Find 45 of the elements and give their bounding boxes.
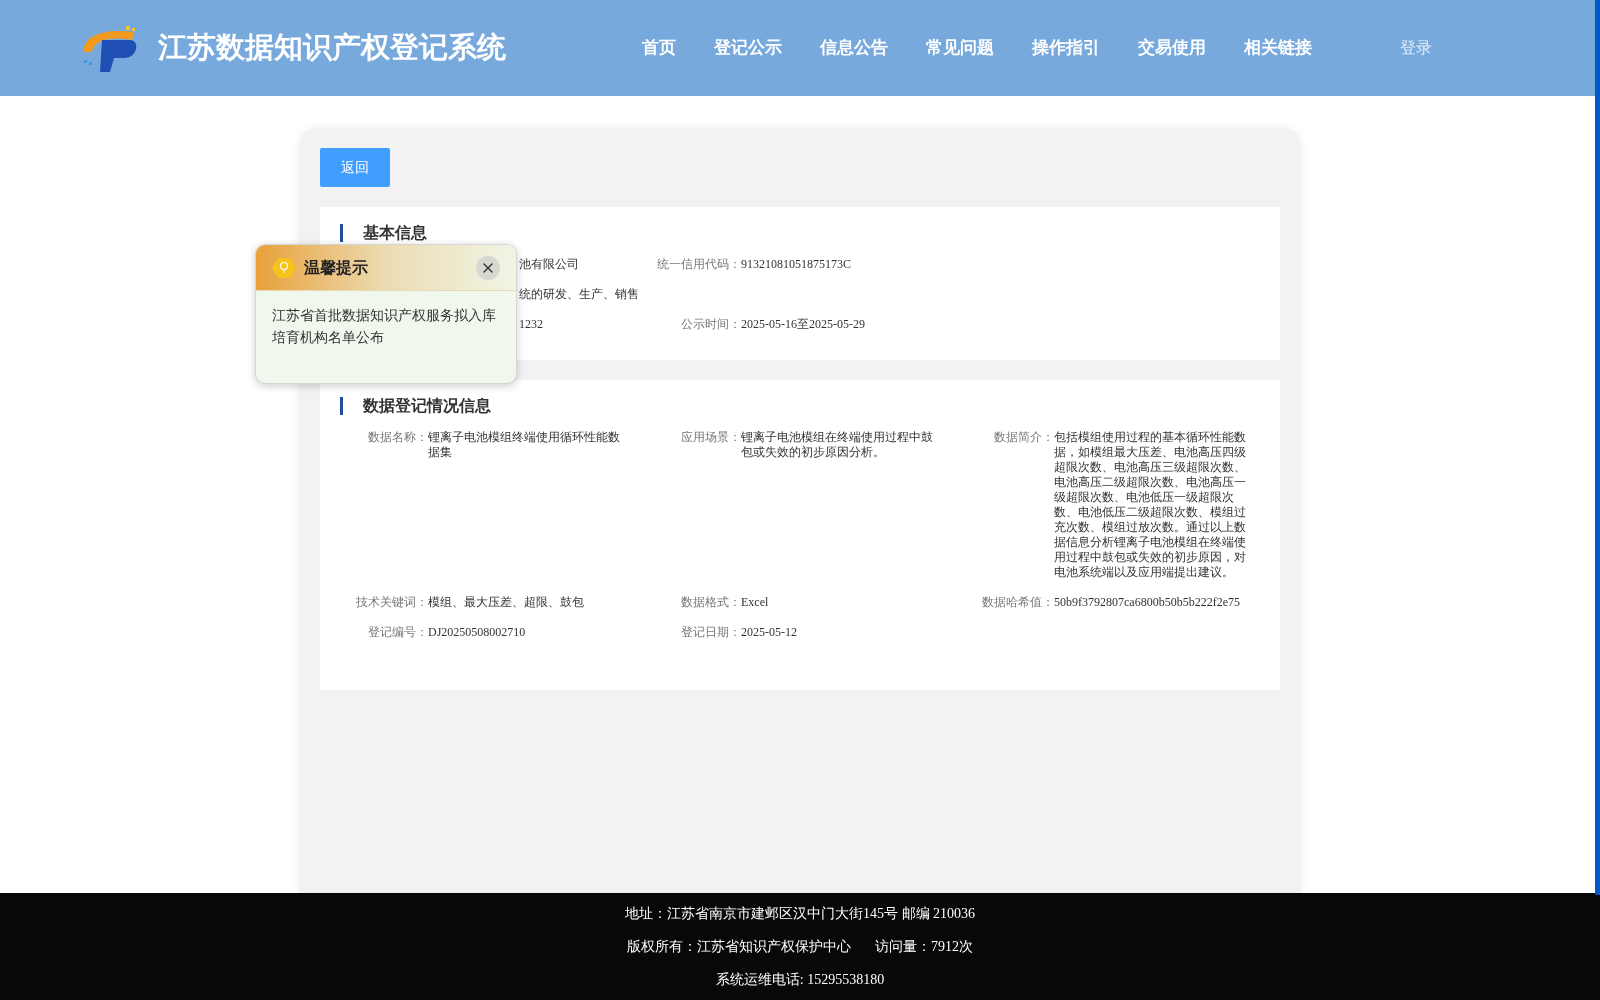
section-marker [340,397,343,415]
field-value: Excel [741,595,770,610]
field-value: 池有限公司 [519,257,580,272]
visit-count: 访问量：7912次 [875,938,973,956]
field-label: 统一信用代码： [657,257,741,272]
field-value: 91321081051875173C [741,257,852,272]
field-value: 50b9f3792807ca6800b50b5b222f2e75 [1054,595,1241,610]
nav-link[interactable]: 常见问题 [926,35,994,61]
site-title: 江苏数据知识产权登记系统 [158,30,506,66]
field-label: 数据简介： [993,430,1054,446]
footer-copyright: 版权所有：江苏省知识产权保护中心 [627,938,851,956]
login-link[interactable]: 登录 [1400,36,1432,60]
nav-link[interactable]: 操作指引 [1032,35,1100,61]
field-label: 应用场景： [680,430,741,446]
field-value: 2025-05-16至2025-05-29 [741,317,866,332]
popup-message: 江苏省首批数据知识产权服务拟入库培育机构名单公布 [271,307,497,347]
field-label: 登记日期： [680,625,741,640]
field-value: 统的研发、生产、销售 [519,287,640,302]
field-value: 2025-05-12 [741,625,798,640]
field-label: 数据格式： [680,595,741,610]
section-title: 基本信息 [363,223,427,243]
footer-address: 地址：江苏省南京市建邺区汉中门大街145号 邮编 210036 [625,905,975,923]
field-label: 公示时间： [680,317,741,332]
field-label: 数据名称： [367,430,428,446]
close-button[interactable] [476,255,500,280]
nav-link[interactable]: 首页 [642,35,676,61]
field-label: 技术关键词： [355,595,428,610]
field-value: DJ20250508002710 [428,625,527,640]
field-value: 包括模组使用过程的基本循环性能数据，如模组最大压差、电池高压四级超限次数、电池高压三级超限次数、电池高压二级超限次数、电池高压一级超限次数、电池低压一级超限次数、电池低压二级超限次数、模组过充次数、模组过放次数。通过以上数据信息分析锂离子电池模组在终端使用过程中鼓包或失效的初步原因，对电池系统端以及应用端提出建议。 [1054,430,1247,580]
nav-link[interactable]: 登记公示 [714,35,782,61]
back-button[interactable]: 返回 [320,148,390,187]
lightbulb-icon [272,256,296,279]
section-marker [340,224,343,242]
field-value: 模组、最大压差、超限、鼓包 [428,595,585,610]
section-title: 数据登记情况信息 [363,396,491,416]
footer-phone: 系统运维电话: 15295538180 [715,971,885,989]
field-label: 数据哈希值： [981,595,1054,610]
field-value: 1232 [519,317,544,332]
field-label: 登记编号： [367,625,428,640]
field-value: 锂离子电池模组终端使用循环性能数据集 [428,430,621,461]
nav-link[interactable]: 交易使用 [1138,35,1206,61]
popup-title: 温馨提示 [304,257,368,278]
field-value: 锂离子电池模组在终端使用过程中鼓包或失效的初步原因分析。 [741,430,934,461]
nav-link[interactable]: 相关链接 [1244,35,1312,61]
nav-link[interactable]: 信息公告 [820,35,888,61]
